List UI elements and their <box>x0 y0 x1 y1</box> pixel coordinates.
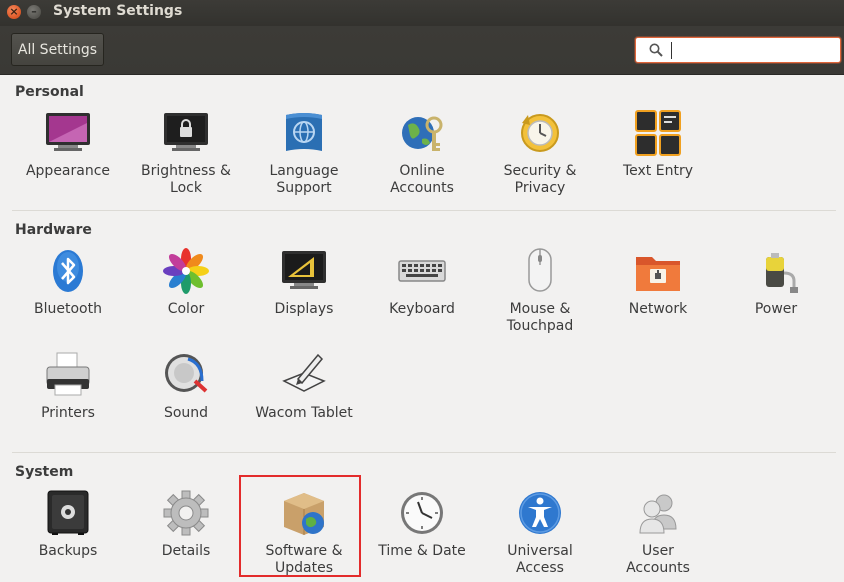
details-icon <box>162 489 210 537</box>
window-title: System Settings <box>53 3 183 19</box>
settings-item-label: Details <box>161 543 211 559</box>
settings-item-printers[interactable]: Printers <box>9 351 127 422</box>
settings-item-time-date[interactable]: Time & Date <box>363 489 481 560</box>
settings-item-label: Printers <box>41 405 95 421</box>
settings-item-label: Network <box>628 301 688 317</box>
settings-item-universal-access[interactable]: Universal Access <box>481 489 599 577</box>
settings-item-wacom-tablet[interactable]: Wacom Tablet <box>245 351 363 422</box>
language-support-icon <box>280 109 328 157</box>
settings-item-bluetooth[interactable]: Bluetooth <box>9 247 127 318</box>
settings-item-label: Wacom Tablet <box>255 405 353 421</box>
window-minimize-button[interactable]: – <box>27 5 41 19</box>
user-accounts-icon <box>634 489 682 537</box>
printers-icon <box>44 351 92 399</box>
power-icon <box>752 247 800 295</box>
settings-item-backups[interactable]: Backups <box>9 489 127 560</box>
network-icon <box>634 247 682 295</box>
keyboard-icon <box>398 247 446 295</box>
all-settings-button[interactable]: All Settings <box>11 33 104 66</box>
settings-item-text-entry[interactable]: Text Entry <box>599 109 717 180</box>
text-caret <box>671 42 672 59</box>
sound-icon <box>162 351 210 399</box>
minimize-icon: – <box>31 5 37 18</box>
settings-item-details[interactable]: Details <box>127 489 245 560</box>
section-title-personal: Personal <box>15 84 84 100</box>
settings-item-label: Color <box>167 301 205 317</box>
settings-item-mouse-touchpad[interactable]: Mouse & Touchpad <box>481 247 599 335</box>
settings-item-label: Appearance <box>25 163 111 179</box>
search-input[interactable] <box>635 37 841 63</box>
online-accounts-icon <box>398 109 446 157</box>
section-divider <box>12 452 836 453</box>
displays-icon <box>280 247 328 295</box>
settings-item-label: Language Support <box>269 163 339 196</box>
section-title-hardware: Hardware <box>15 222 92 238</box>
settings-item-appearance[interactable]: Appearance <box>9 109 127 180</box>
backups-icon <box>44 489 92 537</box>
settings-item-software-updates[interactable]: Software & Updates <box>245 489 363 577</box>
section-divider <box>12 210 836 211</box>
settings-item-label: User Accounts <box>626 543 690 576</box>
settings-item-label: Backups <box>38 543 98 559</box>
close-icon: × <box>9 5 19 18</box>
settings-item-displays[interactable]: Displays <box>245 247 363 318</box>
section-title-system: System <box>15 464 74 480</box>
settings-item-color[interactable]: Color <box>127 247 245 318</box>
window-close-button[interactable]: × <box>7 5 21 19</box>
settings-item-security-privacy[interactable]: Security & Privacy <box>481 109 599 197</box>
settings-item-power[interactable]: Power <box>717 247 835 318</box>
settings-item-label: Time & Date <box>378 543 466 559</box>
settings-item-label: Universal Access <box>507 543 573 576</box>
settings-item-label: Bluetooth <box>34 301 102 317</box>
settings-item-label: Power <box>754 301 798 317</box>
color-icon <box>162 247 210 295</box>
appearance-icon <box>44 109 92 157</box>
toolbar: All Settings <box>0 26 844 75</box>
search-icon <box>649 43 663 57</box>
settings-item-label: Online Accounts <box>390 163 454 196</box>
settings-item-language-support[interactable]: Language Support <box>245 109 363 197</box>
settings-item-online-accounts[interactable]: Online Accounts <box>363 109 481 197</box>
settings-item-label: Software & Updates <box>265 543 343 576</box>
settings-item-label: Keyboard <box>389 301 455 317</box>
security-privacy-icon <box>516 109 564 157</box>
bluetooth-icon <box>44 247 92 295</box>
universal-access-icon <box>516 489 564 537</box>
settings-item-label: Displays <box>274 301 334 317</box>
settings-item-label: Text Entry <box>622 163 693 179</box>
settings-item-sound[interactable]: Sound <box>127 351 245 422</box>
title-bar: × – System Settings <box>0 0 844 26</box>
settings-item-label: Mouse & Touchpad <box>506 301 574 334</box>
settings-item-brightness-lock[interactable]: Brightness & Lock <box>127 109 245 197</box>
settings-item-network[interactable]: Network <box>599 247 717 318</box>
text-entry-icon <box>634 109 682 157</box>
time-date-icon <box>398 489 446 537</box>
settings-item-label: Sound <box>163 405 209 421</box>
brightness-lock-icon <box>162 109 210 157</box>
software-updates-icon <box>280 489 328 537</box>
wacom-tablet-icon <box>280 351 328 399</box>
settings-item-user-accounts[interactable]: User Accounts <box>599 489 717 577</box>
mouse-touchpad-icon <box>516 247 564 295</box>
settings-item-label: Brightness & Lock <box>141 163 231 196</box>
settings-item-keyboard[interactable]: Keyboard <box>363 247 481 318</box>
settings-item-label: Security & Privacy <box>503 163 577 196</box>
